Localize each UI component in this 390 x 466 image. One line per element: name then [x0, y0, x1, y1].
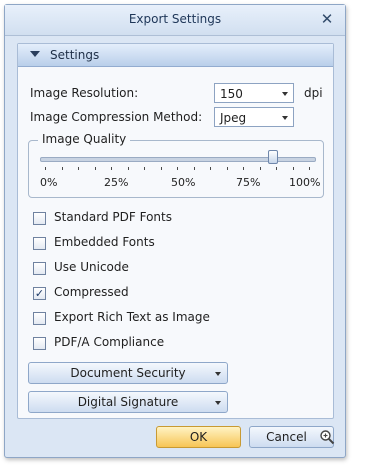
export-settings-dialog: Export Settings ✕ Settings Image Resolut… [4, 4, 346, 458]
cancel-button[interactable]: Cancel [249, 426, 335, 448]
slider-tick [259, 167, 261, 170]
section-label: Settings [50, 48, 100, 62]
checkbox-label: Embedded Fonts [54, 235, 155, 249]
checkbox[interactable] [33, 262, 46, 275]
quality-slider-thumb[interactable] [267, 150, 278, 164]
digital-signature-label: Digital Signature [77, 395, 179, 409]
slider-tick-label: 25% [104, 176, 129, 189]
slider-tick [127, 167, 129, 170]
image-quality-group [28, 140, 324, 198]
compression-method-label: Image Compression Method: [30, 110, 203, 124]
checkbox-label: Export Rich Text as Image [54, 310, 210, 324]
dropdown-arrow-icon[interactable] [282, 116, 288, 120]
slider-tick [160, 167, 162, 170]
dropdown-arrow-icon[interactable] [215, 372, 221, 376]
slider-tick [177, 167, 178, 170]
slider-tick [292, 167, 294, 170]
dpi-unit-label: dpi [304, 86, 323, 100]
slider-tick [210, 167, 211, 170]
settings-panel: Settings Image Resolution: 150 dpi Image… [17, 43, 334, 419]
slider-tick-label: 50% [171, 176, 196, 189]
checkbox[interactable] [33, 312, 46, 325]
close-icon[interactable]: ✕ [317, 9, 337, 29]
compression-method-value: Jpeg [220, 111, 247, 125]
dropdown-arrow-icon[interactable] [282, 92, 288, 96]
checkbox[interactable] [33, 212, 46, 225]
slider-tick-label: 75% [236, 176, 261, 189]
slider-tick [45, 167, 46, 170]
ok-label: OK [189, 430, 208, 444]
dropdown-arrow-icon[interactable] [215, 401, 221, 405]
slider-tick-label: 0% [40, 176, 58, 189]
title-bar: Export Settings ✕ [5, 5, 345, 36]
checkbox-label: Standard PDF Fonts [54, 210, 172, 224]
slider-tick [276, 167, 277, 170]
slider-tick [61, 167, 63, 170]
settings-section-header[interactable]: Settings [18, 44, 333, 67]
image-resolution-label: Image Resolution: [30, 86, 139, 100]
checkbox[interactable] [33, 237, 46, 250]
window-title: Export Settings [128, 12, 222, 26]
slider-tick [309, 167, 310, 170]
slider-tick-label: 100% [289, 176, 321, 189]
slider-tick [243, 167, 244, 170]
document-security-label: Document Security [70, 366, 186, 380]
slider-tick [78, 167, 79, 170]
ok-button[interactable]: OK [156, 426, 241, 448]
slider-tick [144, 167, 145, 170]
checkbox-label: Compressed [54, 285, 129, 299]
collapse-arrow-icon[interactable] [30, 51, 40, 57]
compression-method-select[interactable]: Jpeg [214, 107, 294, 127]
cancel-label: Cancel [266, 430, 307, 444]
checkbox-label: PDF/A Compliance [54, 335, 165, 349]
image-quality-label: Image Quality [38, 132, 131, 146]
slider-tick [226, 167, 228, 170]
checkbox-label: Use Unicode [54, 260, 129, 274]
checkbox[interactable] [33, 337, 46, 350]
image-resolution-select[interactable]: 150 [214, 83, 294, 103]
checkbox[interactable]: ✓ [33, 287, 46, 300]
slider-tick [94, 167, 96, 170]
slider-tick [111, 167, 112, 170]
slider-tick [193, 167, 195, 170]
document-security-button[interactable]: Document Security [28, 362, 228, 384]
image-resolution-value: 150 [220, 87, 243, 101]
digital-signature-button[interactable]: Digital Signature [28, 391, 228, 413]
zoom-magnifier-icon [320, 430, 335, 445]
